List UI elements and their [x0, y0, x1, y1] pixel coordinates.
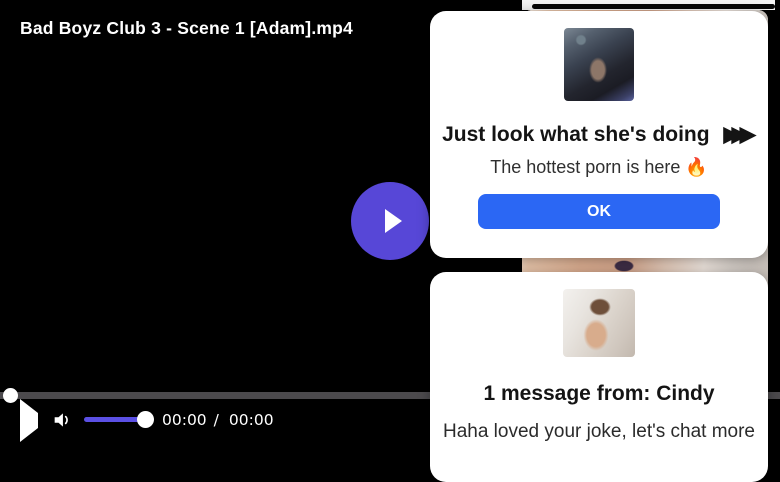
top-divider-bar: [532, 4, 775, 9]
popup-offer: Just look what she's doing ▶▶▶ The hotte…: [430, 11, 768, 258]
offer-thumbnail-image[interactable]: [564, 28, 634, 101]
time-display: 00:00 / 00:00: [162, 411, 274, 429]
big-play-button[interactable]: [351, 182, 429, 260]
offer-subtext: The hottest porn is here 🔥: [490, 157, 708, 177]
volume-slider[interactable]: [84, 411, 154, 428]
ok-button[interactable]: OK: [478, 194, 720, 229]
play-icon: [385, 209, 402, 233]
seek-handle[interactable]: [3, 388, 18, 403]
duration: 00:00: [228, 411, 274, 429]
sidebar-top-strip: [522, 0, 775, 10]
play-icon: [20, 398, 38, 442]
popup-message[interactable]: 1 message from: Cindy Haha loved your jo…: [430, 272, 768, 482]
current-time: 00:00: [162, 411, 207, 429]
volume-button[interactable]: [51, 409, 73, 431]
time-separator: /: [213, 411, 219, 429]
message-text: Haha loved your joke, let's chat more: [442, 421, 755, 442]
triple-play-arrows-icon: ▶▶▶: [723, 123, 756, 146]
offer-heading-text: Just look what she's doing: [442, 123, 710, 146]
offer-heading: Just look what she's doing ▶▶▶: [442, 122, 756, 148]
play-button[interactable]: [18, 398, 40, 442]
volume-handle[interactable]: [137, 411, 154, 428]
speaker-icon: [54, 413, 68, 427]
video-title: Bad Boyz Club 3 - Scene 1 [Adam].mp4: [20, 18, 353, 38]
message-thumbnail-image[interactable]: [563, 289, 635, 357]
message-heading: 1 message from: Cindy: [483, 382, 715, 405]
